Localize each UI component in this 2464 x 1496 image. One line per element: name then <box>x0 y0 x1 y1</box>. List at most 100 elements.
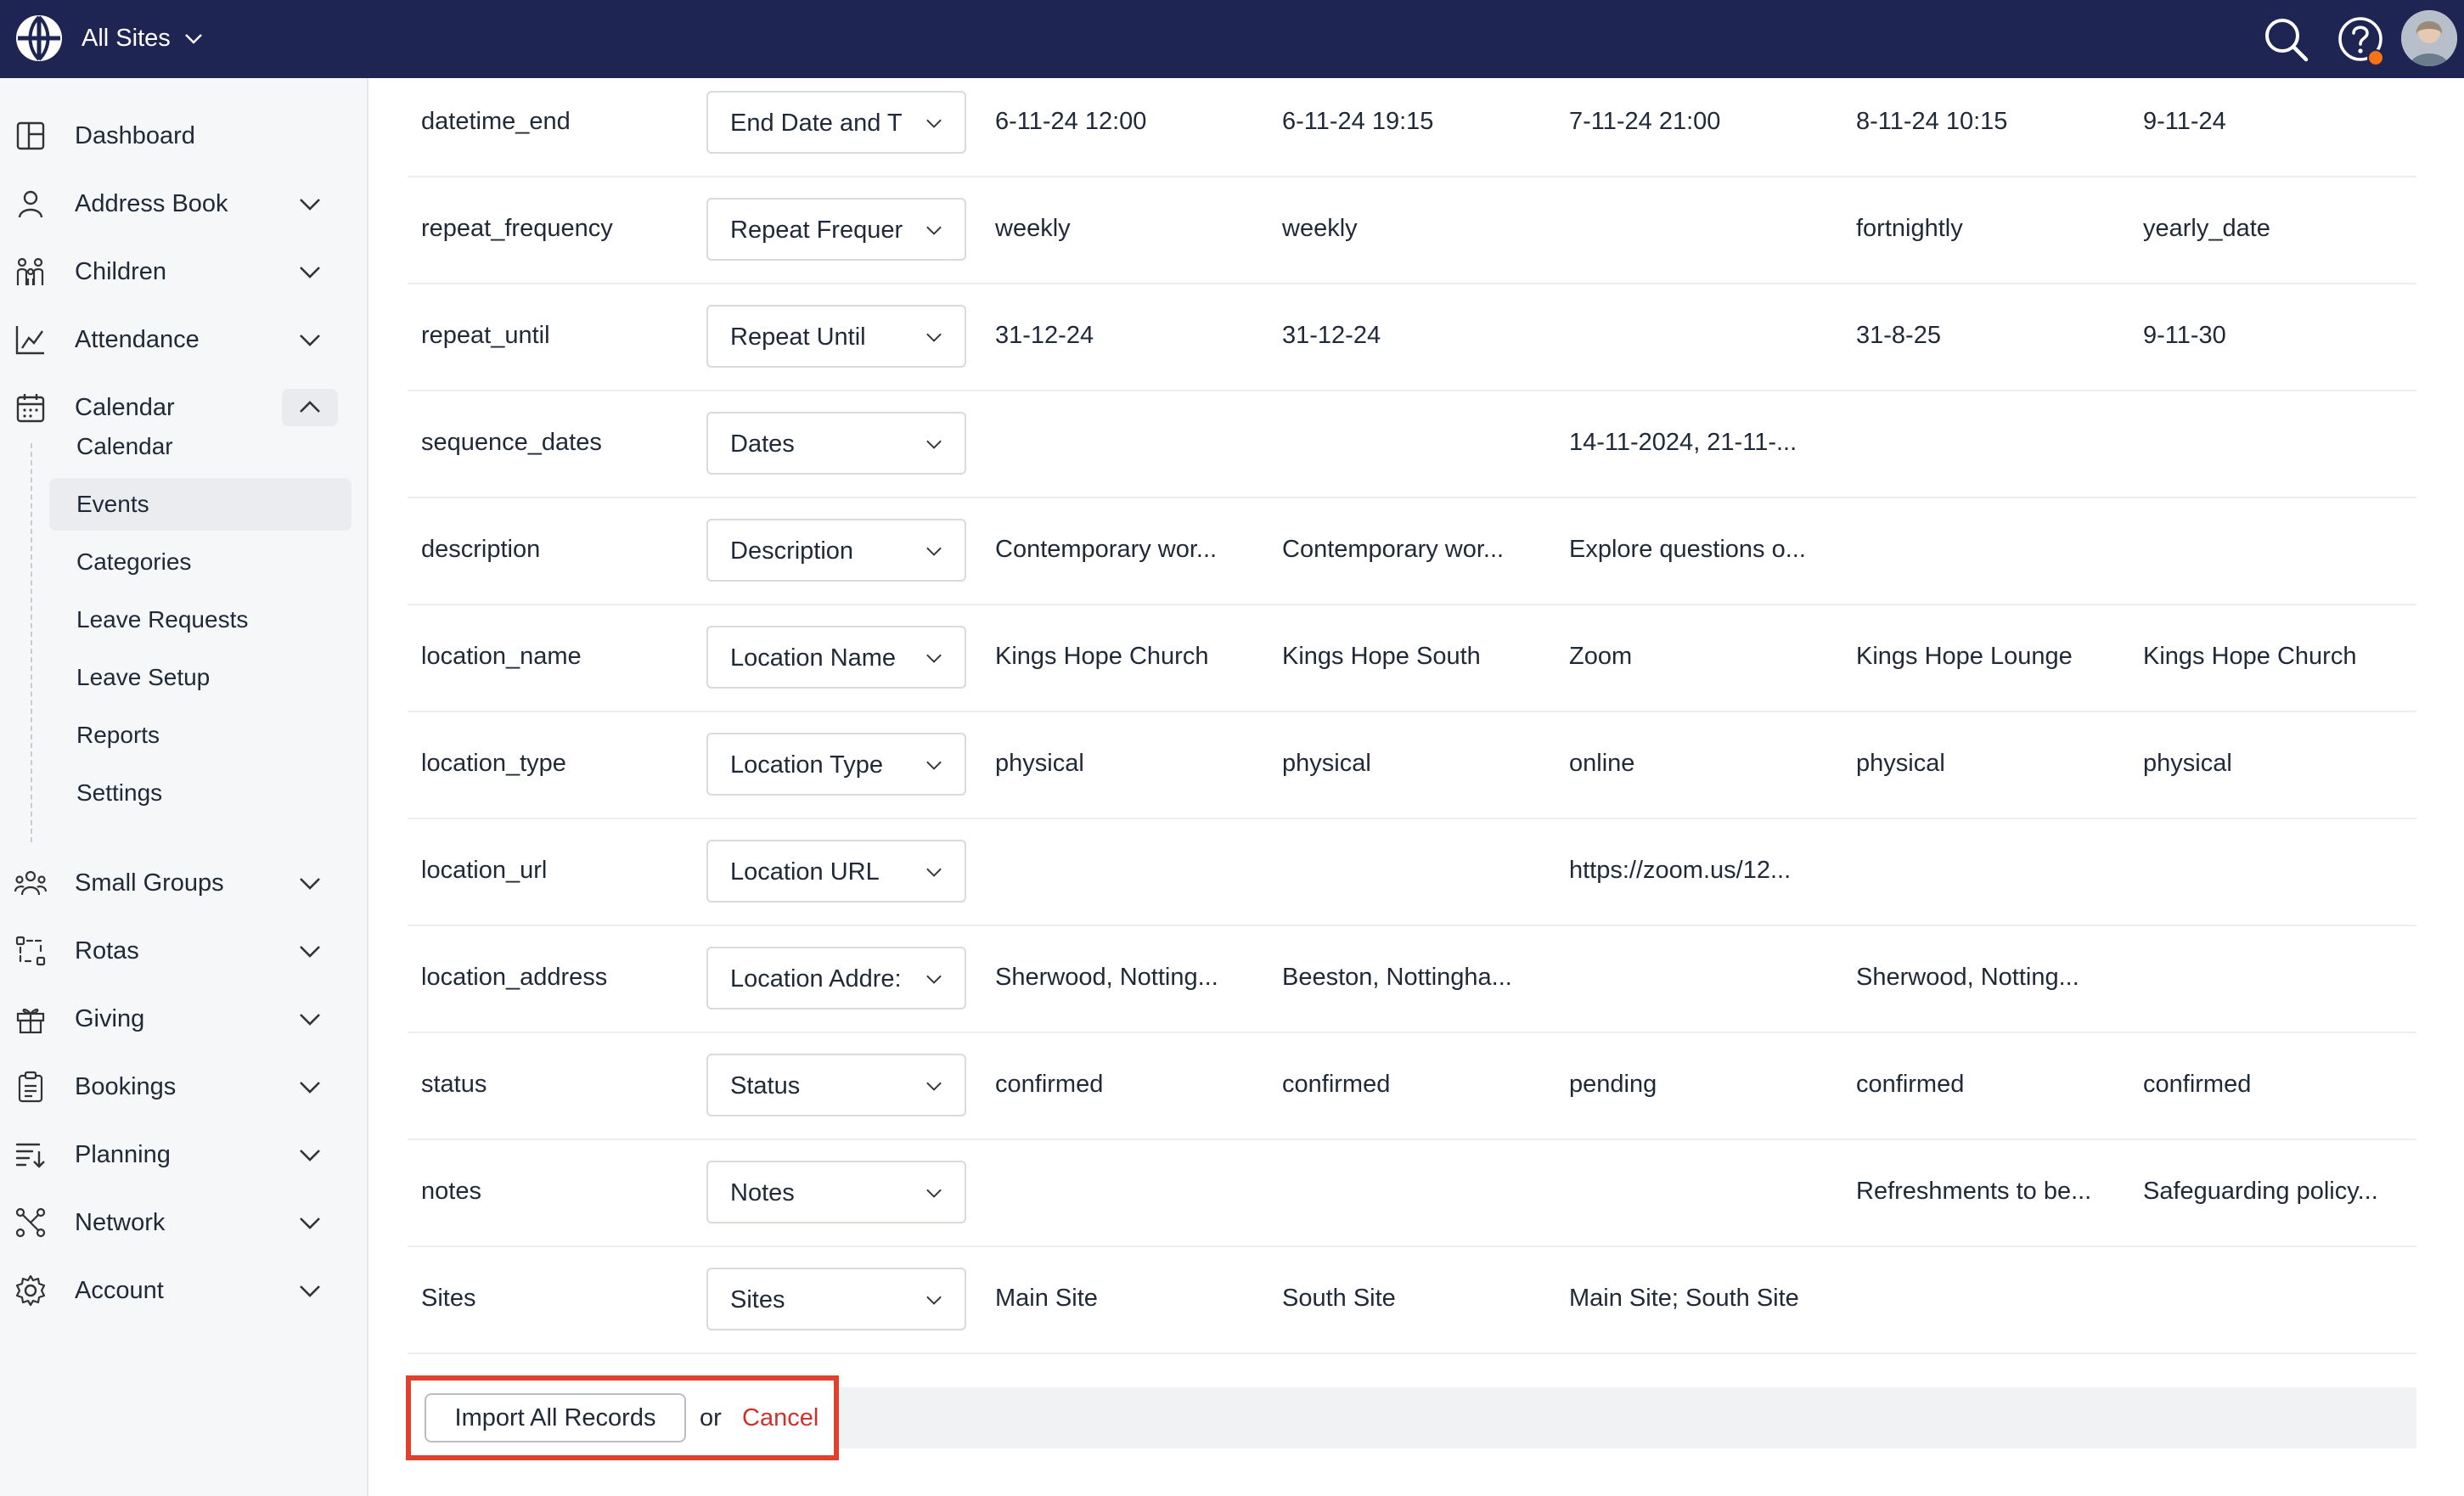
calendar-icon <box>16 394 45 423</box>
sidebar-item-planning[interactable]: Planning <box>0 1128 367 1182</box>
calendar-subitem-calendar[interactable]: Calendar <box>49 420 352 473</box>
field-mapping-select[interactable]: Description <box>706 519 966 582</box>
chevron-up-icon[interactable] <box>294 391 326 424</box>
preview-cell: South Site <box>1282 1285 1396 1312</box>
sidebar-item-giving[interactable]: Giving <box>0 992 367 1046</box>
preview-cell: Kings Hope Lounge <box>1856 643 2073 670</box>
children-icon <box>16 257 44 285</box>
gear-icon <box>15 1274 46 1307</box>
chevron-down-icon <box>926 1296 942 1305</box>
chevron-down-icon <box>926 333 942 342</box>
chevron-down-icon[interactable] <box>294 1206 326 1239</box>
chevron-down-icon[interactable] <box>294 1071 326 1103</box>
preview-cell: Sherwood, Notting... <box>1856 964 2079 991</box>
planning-icon <box>15 1143 45 1168</box>
field-mapping-select[interactable]: Notes <box>706 1161 966 1223</box>
field-mapping-select[interactable]: Location Name <box>706 626 966 689</box>
avatar[interactable] <box>2401 10 2457 66</box>
field-mapping-value: End Date and T <box>730 110 903 137</box>
field-mapping-select[interactable]: Status <box>706 1054 966 1116</box>
chevron-down-icon[interactable] <box>294 1139 326 1171</box>
globe-logo-icon[interactable] <box>14 13 65 64</box>
sidebar-item-bookings[interactable]: Bookings <box>0 1060 367 1114</box>
sidebar-item-label: Giving <box>75 1005 145 1032</box>
field-mapping-select[interactable]: Location URL <box>706 840 966 903</box>
field-mapping-select[interactable]: Dates <box>706 412 966 475</box>
field-mapping-select[interactable]: Sites <box>706 1268 966 1330</box>
field-mapping-value: Dates <box>730 430 795 458</box>
cancel-link[interactable]: Cancel <box>742 1404 819 1432</box>
calendar-subitem-label: Categories <box>76 548 192 575</box>
field-mapping-select[interactable]: Location Addre: <box>706 947 966 1010</box>
chevron-down-icon[interactable] <box>294 188 326 220</box>
sidebar-item-small-groups[interactable]: Small Groups <box>0 856 367 910</box>
preview-cell: physical <box>995 750 1084 777</box>
field-mapping-select[interactable]: Repeat Frequer <box>706 198 966 261</box>
sidebar-item-network[interactable]: Network <box>0 1195 367 1250</box>
field-name: location_type <box>421 750 566 777</box>
field-name: Sites <box>421 1285 476 1312</box>
calendar-subitem-categories[interactable]: Categories <box>49 536 352 588</box>
preview-cell: online <box>1569 750 1635 777</box>
calendar-subitem-label: Events <box>76 491 149 517</box>
sidebar-item-account[interactable]: Account <box>0 1263 367 1318</box>
preview-cell: Safeguarding policy... <box>2143 1178 2378 1205</box>
calendar-subitem-label: Reports <box>76 722 160 748</box>
sidebar-item-children[interactable]: Children <box>0 245 367 299</box>
preview-cell: physical <box>1282 750 1371 777</box>
preview-cell: 31-12-24 <box>995 322 1094 349</box>
calendar-subitem-leave-setup[interactable]: Leave Setup <box>49 651 352 704</box>
field-name: datetime_end <box>421 108 571 135</box>
preview-cell: confirmed <box>1856 1071 1965 1098</box>
preview-cell: Contemporary wor... <box>1282 536 1505 563</box>
field-mapping-value: Description <box>730 537 854 565</box>
or-text: or <box>700 1404 722 1431</box>
calendar-subitem-events[interactable]: Events <box>49 478 352 531</box>
search-icon[interactable] <box>2259 12 2313 66</box>
calendar-subitem-leave-requests[interactable]: Leave Requests <box>49 593 352 646</box>
site-switcher[interactable]: All Sites <box>82 19 205 58</box>
chevron-down-icon[interactable] <box>294 1003 326 1035</box>
preview-cell: 9-11-24 <box>2143 108 2226 135</box>
field-mapping-select[interactable]: Repeat Until <box>706 305 966 368</box>
calendar-subitem-reports[interactable]: Reports <box>49 709 352 762</box>
sidebar-item-label: Network <box>75 1209 166 1236</box>
field-mapping-value: Repeat Until <box>730 323 866 351</box>
sidebar-item-address-book[interactable]: Address Book <box>0 177 367 231</box>
calendar-subitem-label: Leave Requests <box>76 606 249 633</box>
calendar-subitem-settings[interactable]: Settings <box>49 767 352 819</box>
sidebar-item-label: Dashboard <box>75 122 195 149</box>
field-mapping-value: Location Name <box>730 644 897 672</box>
notification-badge <box>2367 49 2384 66</box>
person-icon <box>18 190 43 218</box>
sidebar-item-rotas[interactable]: Rotas <box>0 924 367 978</box>
field-name: location_name <box>421 643 582 670</box>
preview-cell: 7-11-24 21:00 <box>1569 108 1721 135</box>
chevron-down-icon[interactable] <box>294 867 326 899</box>
field-name: repeat_until <box>421 322 550 349</box>
sidebar-item-dashboard[interactable]: Dashboard <box>0 109 367 163</box>
field-mapping-value: Notes <box>730 1179 795 1206</box>
rotas-icon <box>15 936 46 966</box>
preview-cell: weekly <box>1282 215 1358 242</box>
preview-cell: 14-11-2024, 21-11-... <box>1569 429 1797 456</box>
sidebar-item-attendance[interactable]: Attendance <box>0 312 367 367</box>
chevron-down-icon <box>926 654 942 663</box>
preview-cell: Beeston, Nottingha... <box>1282 964 1512 991</box>
chevron-down-icon <box>926 226 942 235</box>
field-name: sequence_dates <box>421 429 602 456</box>
chevron-down-icon[interactable] <box>294 256 326 288</box>
import-all-records-button[interactable]: Import All Records <box>425 1393 686 1443</box>
chevron-down-icon[interactable] <box>294 935 326 967</box>
preview-cell: fortnightly <box>1856 215 1963 242</box>
field-mapping-select[interactable]: Location Type <box>706 733 966 796</box>
field-mapping-select[interactable]: End Date and T <box>706 91 966 154</box>
sidebar-item-label: Attendance <box>75 326 200 353</box>
preview-cell: Contemporary wor... <box>995 536 1218 563</box>
chevron-down-icon <box>926 761 942 770</box>
chevron-down-icon[interactable] <box>294 1274 326 1307</box>
preview-cell: confirmed <box>2143 1071 2252 1098</box>
chevron-down-icon[interactable] <box>294 323 326 356</box>
chevron-down-icon <box>926 547 942 556</box>
field-mapping-value: Location Addre: <box>730 965 902 993</box>
